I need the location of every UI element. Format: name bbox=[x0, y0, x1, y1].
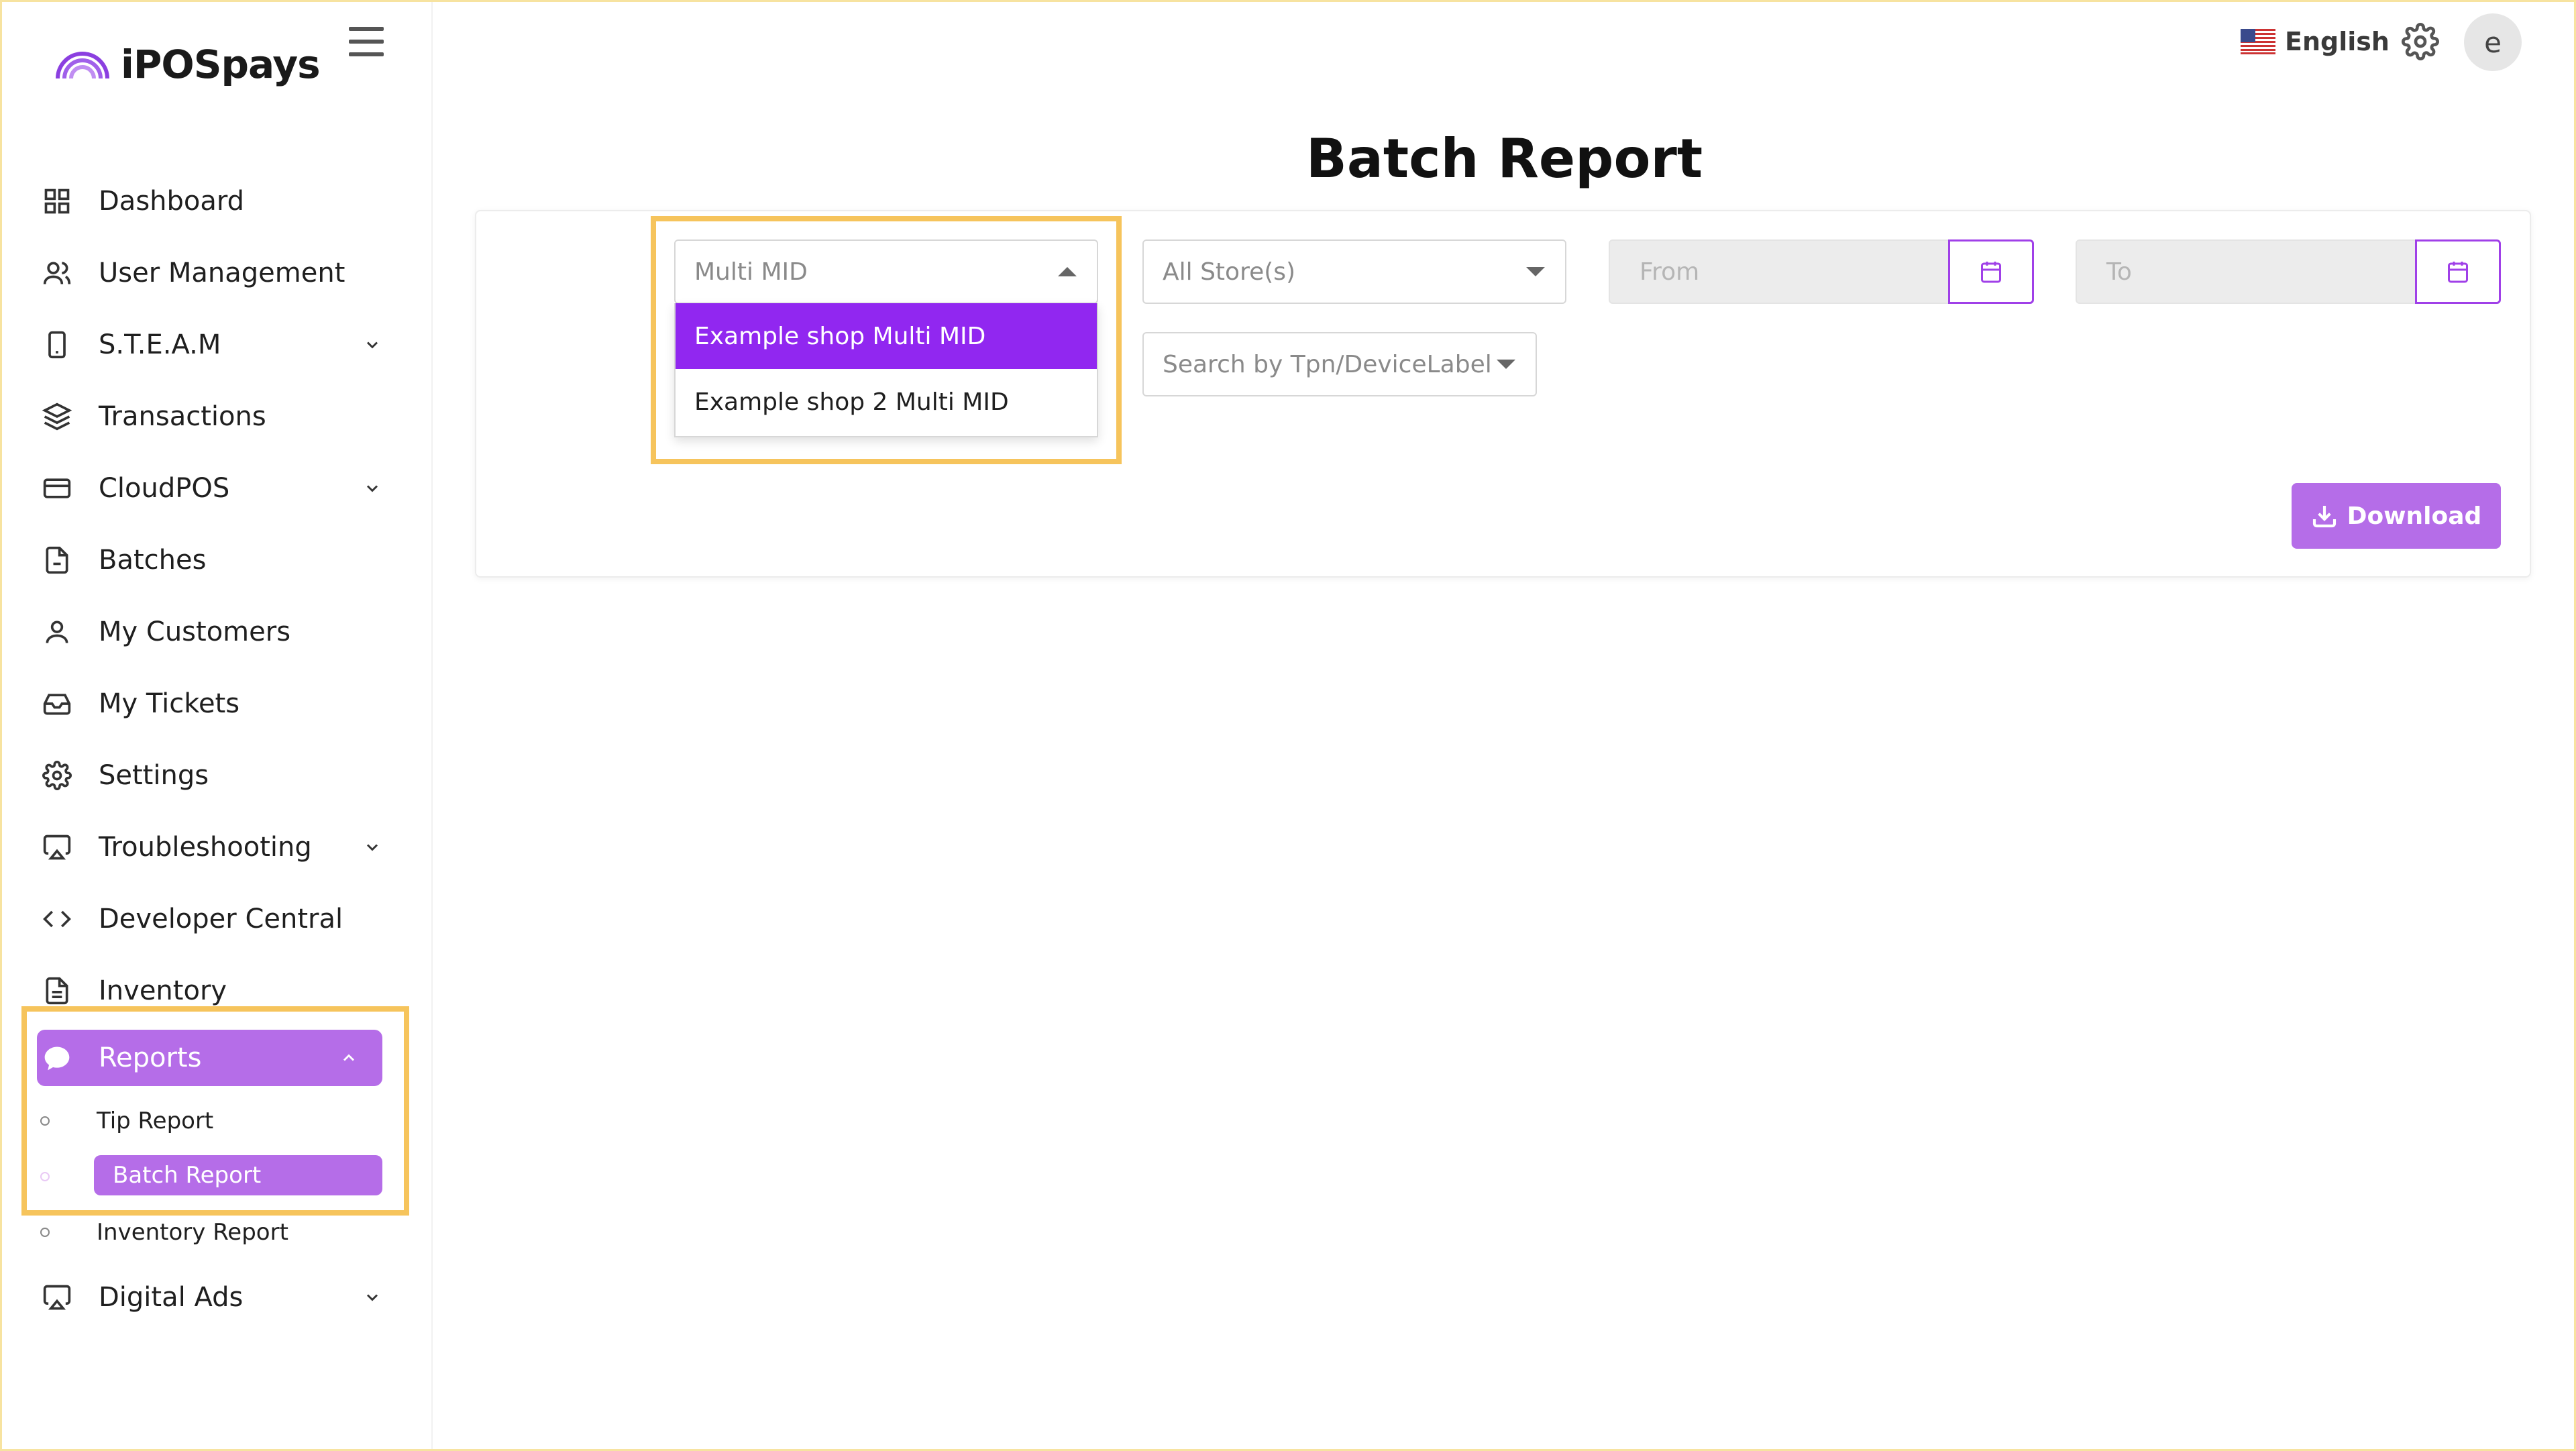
device-search-placeholder: Search by Tpn/DeviceLabel bbox=[1163, 350, 1492, 378]
sidebar-item-label: S.T.E.A.M bbox=[99, 329, 221, 360]
document-icon bbox=[37, 971, 77, 1011]
device-search-select[interactable]: Search by Tpn/DeviceLabel bbox=[1142, 332, 1537, 396]
sidebar-item-developer-central[interactable]: Developer Central bbox=[37, 891, 386, 947]
sidebar-item-label: My Customers bbox=[99, 616, 291, 647]
sidebar-item-label: Dashboard bbox=[99, 186, 245, 217]
sidebar-item-label: Inventory bbox=[99, 975, 227, 1006]
layers-icon bbox=[37, 396, 77, 437]
user-avatar[interactable]: e bbox=[2464, 13, 2522, 71]
language-selector[interactable]: English bbox=[2241, 27, 2390, 56]
sidebar-subitem-label: Inventory Report bbox=[97, 1219, 288, 1246]
sidebar-item-cloudpos[interactable]: CloudPOS bbox=[37, 460, 386, 517]
from-calendar-button[interactable] bbox=[1948, 239, 2034, 304]
code-icon bbox=[37, 899, 77, 939]
brand-name: iPOSpays bbox=[121, 42, 321, 87]
reports-highlight-box bbox=[21, 1006, 409, 1216]
user-icon bbox=[37, 612, 77, 652]
brand-logo[interactable]: iPOSpays bbox=[54, 42, 321, 87]
rainbow-logo-icon bbox=[56, 52, 109, 79]
download-icon bbox=[2312, 506, 2336, 528]
from-date-input[interactable]: From bbox=[1609, 239, 1949, 304]
sidebar-item-label: Digital Ads bbox=[99, 1282, 244, 1313]
sidebar-item-label: Developer Central bbox=[99, 904, 343, 934]
sidebar-item-label: Settings bbox=[99, 760, 209, 791]
us-flag-icon bbox=[2241, 29, 2275, 54]
mobile-icon bbox=[37, 325, 77, 365]
file-icon bbox=[37, 540, 77, 580]
to-date-input[interactable]: To bbox=[2076, 239, 2416, 304]
caret-down-icon bbox=[1497, 360, 1515, 369]
users-icon bbox=[37, 253, 77, 293]
calendar-icon bbox=[2448, 262, 2468, 283]
sidebar-item-label: Batches bbox=[99, 545, 207, 576]
sidebar-item-label: Transactions bbox=[99, 401, 266, 432]
sidebar-item-transactions[interactable]: Transactions bbox=[37, 388, 386, 445]
sidebar-item-batches[interactable]: Batches bbox=[37, 532, 386, 588]
sidebar-item-label: CloudPOS bbox=[99, 473, 230, 504]
store-select-value: All Store(s) bbox=[1163, 258, 1296, 286]
settings-gear-icon[interactable] bbox=[2402, 23, 2439, 60]
sidebar-item-my-customers[interactable]: My Customers bbox=[37, 604, 386, 660]
sidebar-item-settings[interactable]: Settings bbox=[37, 747, 386, 804]
sidebar-item-user-management[interactable]: User Management bbox=[37, 245, 386, 301]
caret-down-icon bbox=[1526, 267, 1545, 276]
credit-card-icon bbox=[37, 468, 77, 508]
chevron-down-icon[interactable] bbox=[359, 1284, 386, 1311]
menu-toggle-icon[interactable] bbox=[349, 27, 384, 56]
sidebar: iPOSpays Dashboard User Management S.T.E… bbox=[0, 0, 433, 1451]
cast-icon bbox=[37, 827, 77, 867]
language-label: English bbox=[2285, 27, 2390, 56]
to-calendar-button[interactable] bbox=[2415, 239, 2501, 304]
calendar-icon bbox=[1981, 262, 2001, 283]
sidebar-item-label: Troubleshooting bbox=[99, 832, 312, 863]
chevron-down-icon[interactable] bbox=[359, 834, 386, 861]
chevron-down-icon[interactable] bbox=[359, 331, 386, 358]
grid-icon bbox=[37, 181, 77, 221]
inbox-icon bbox=[37, 684, 77, 724]
gear-icon bbox=[37, 755, 77, 796]
sidebar-item-label: User Management bbox=[99, 258, 345, 288]
page-title: Batch Report bbox=[1305, 127, 1703, 190]
sidebar-item-my-tickets[interactable]: My Tickets bbox=[37, 676, 386, 732]
store-select[interactable]: All Store(s) bbox=[1142, 239, 1566, 304]
sidebar-item-steam[interactable]: S.T.E.A.M bbox=[37, 317, 386, 373]
sidebar-item-label: My Tickets bbox=[99, 688, 240, 719]
sidebar-item-troubleshooting[interactable]: Troubleshooting bbox=[37, 819, 386, 875]
sidebar-item-digital-ads[interactable]: Digital Ads bbox=[37, 1269, 386, 1326]
cast-icon bbox=[37, 1277, 77, 1318]
sidebar-item-dashboard[interactable]: Dashboard bbox=[37, 173, 386, 229]
download-label: Download bbox=[2347, 502, 2482, 530]
chevron-down-icon[interactable] bbox=[359, 475, 386, 502]
bullet-icon bbox=[40, 1228, 50, 1237]
download-button[interactable]: Download bbox=[2292, 483, 2501, 549]
sidebar-subitem-inventory-report[interactable]: Inventory Report bbox=[40, 1214, 288, 1251]
multi-mid-highlight-box bbox=[651, 216, 1122, 464]
